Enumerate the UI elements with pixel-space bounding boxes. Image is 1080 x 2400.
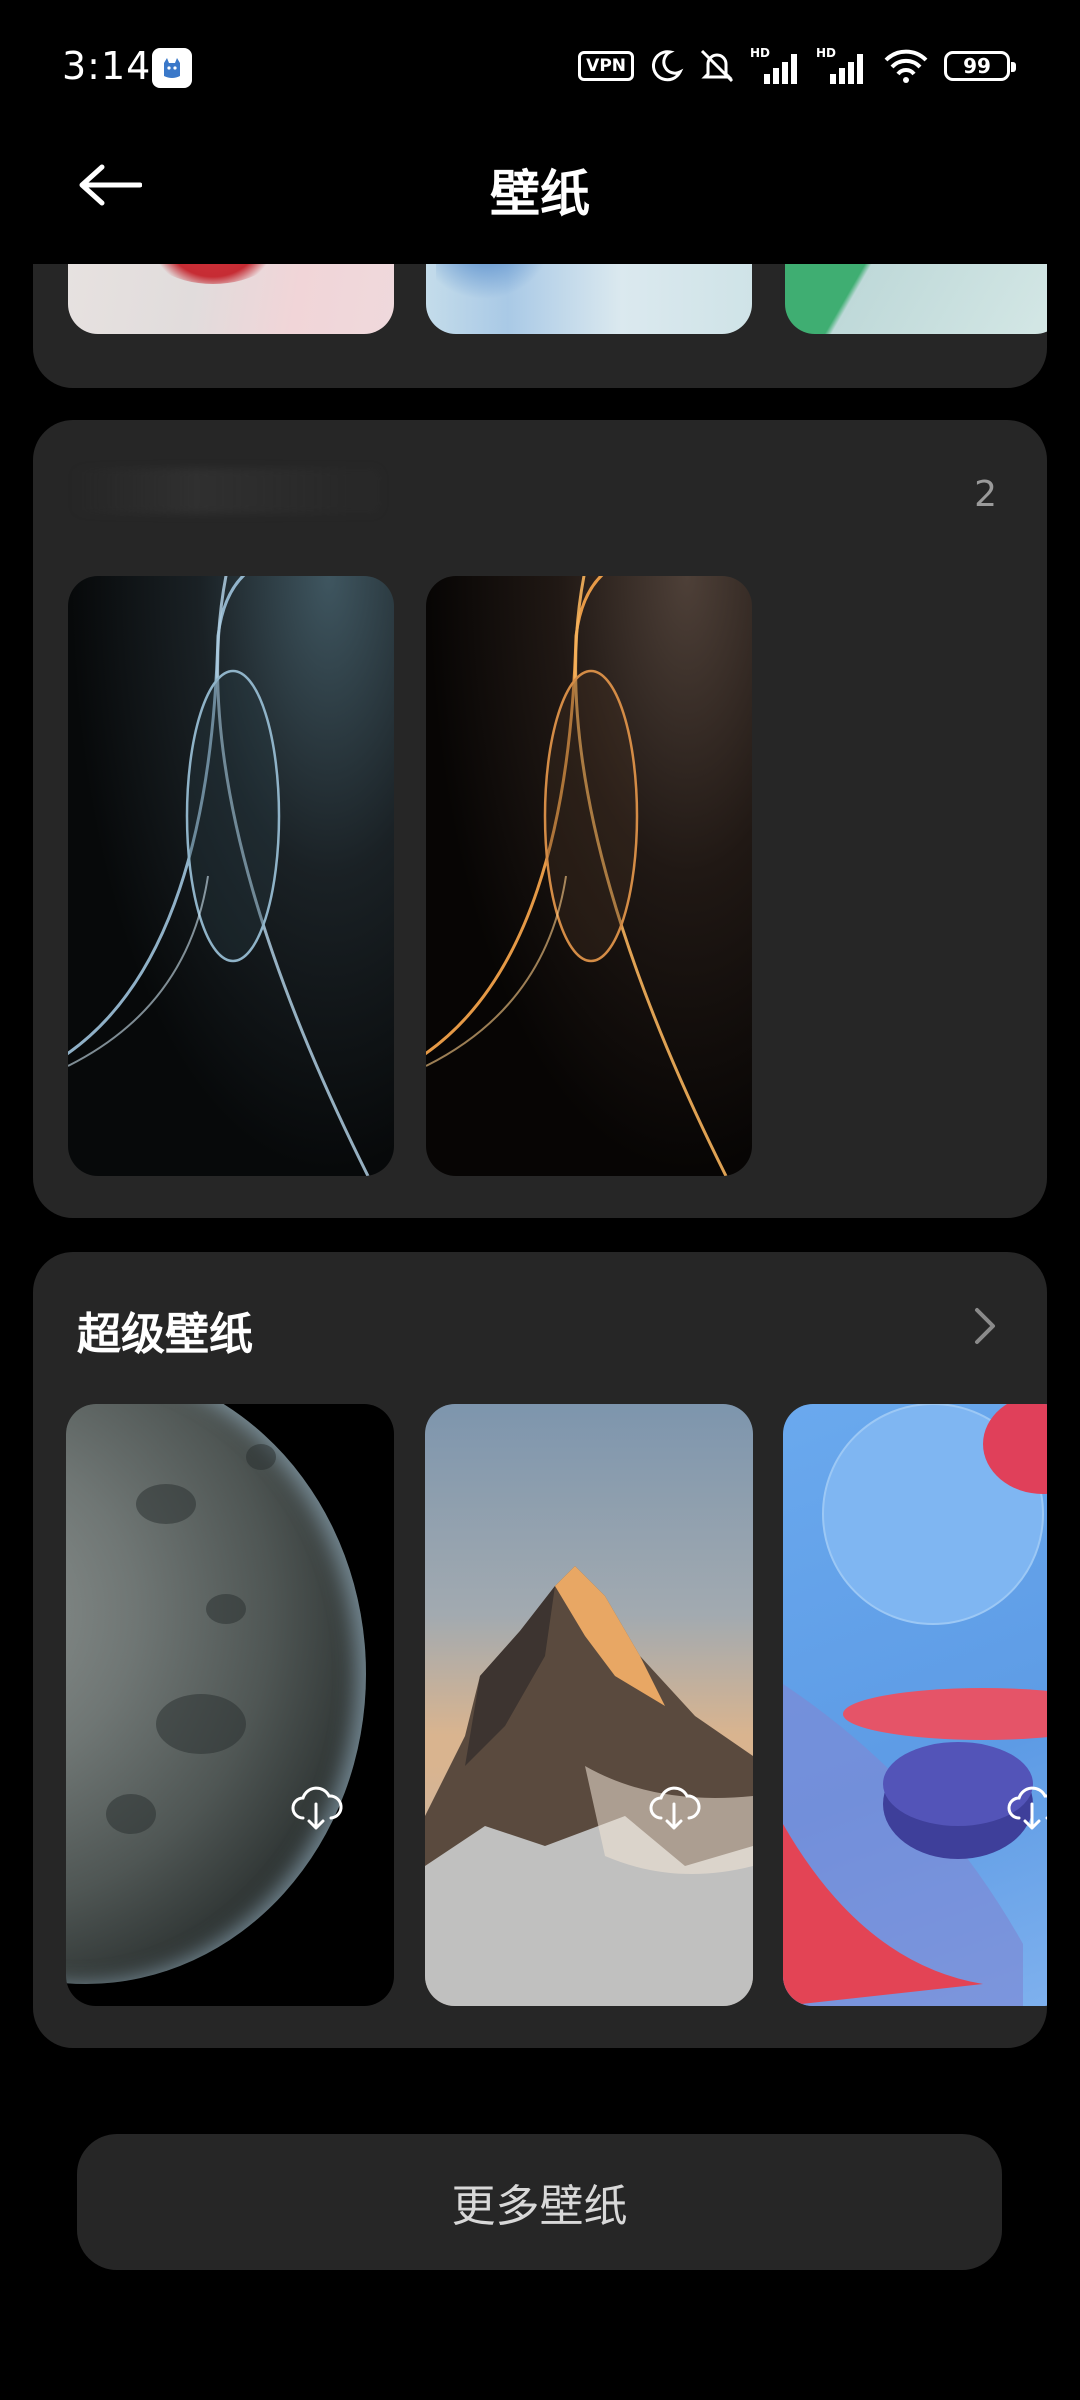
wallpaper-thumbnail-moon[interactable]	[66, 1404, 394, 2006]
wifi-icon	[884, 49, 928, 83]
wallpaper-thumbnail[interactable]	[68, 264, 394, 334]
svg-text:HD: HD	[816, 46, 836, 60]
wallpaper-thumbnail[interactable]	[68, 576, 394, 1176]
wallpaper-thumbnail[interactable]	[426, 264, 752, 334]
moon-icon	[651, 50, 684, 82]
signal-hd-icon: HD	[816, 46, 863, 84]
page-title: 壁纸	[490, 165, 590, 223]
cloud-download-icon[interactable]	[647, 1784, 701, 1830]
bell-muted-icon	[700, 49, 734, 83]
cloud-download-icon[interactable]	[289, 1784, 343, 1830]
wallpaper-thumbnail[interactable]	[785, 264, 1047, 334]
svg-text:HD: HD	[750, 46, 770, 60]
wallpaper-section: 2	[33, 420, 1047, 1218]
section-count: 2	[974, 474, 997, 515]
wallpaper-thumbnail-abstract[interactable]	[783, 1404, 1047, 2006]
chevron-right-icon[interactable]	[963, 1304, 1007, 1348]
vpn-indicator: VPN	[578, 51, 634, 81]
signal-hd-icon: HD	[750, 46, 797, 84]
status-bar: 3:14 VPN HD HD 99	[0, 0, 1080, 140]
cloud-download-icon[interactable]	[1005, 1784, 1047, 1830]
wallpaper-section-previous	[33, 264, 1047, 388]
status-time: 3:14	[62, 44, 152, 88]
section-title: 超级壁纸	[77, 1309, 253, 1360]
status-icons: VPN HD HD 99	[578, 44, 1016, 88]
moon-image	[66, 1404, 366, 1984]
section-title-blurred	[71, 468, 381, 514]
wallpaper-thumbnail-mountain[interactable]	[425, 1404, 753, 2006]
app-notification-icon	[152, 48, 192, 88]
super-wallpaper-section: 超级壁纸	[33, 1252, 1047, 2048]
more-wallpapers-button[interactable]: 更多壁纸	[77, 2134, 1002, 2270]
battery-icon: 99	[944, 51, 1016, 81]
wallpaper-thumbnail[interactable]	[426, 576, 752, 1176]
